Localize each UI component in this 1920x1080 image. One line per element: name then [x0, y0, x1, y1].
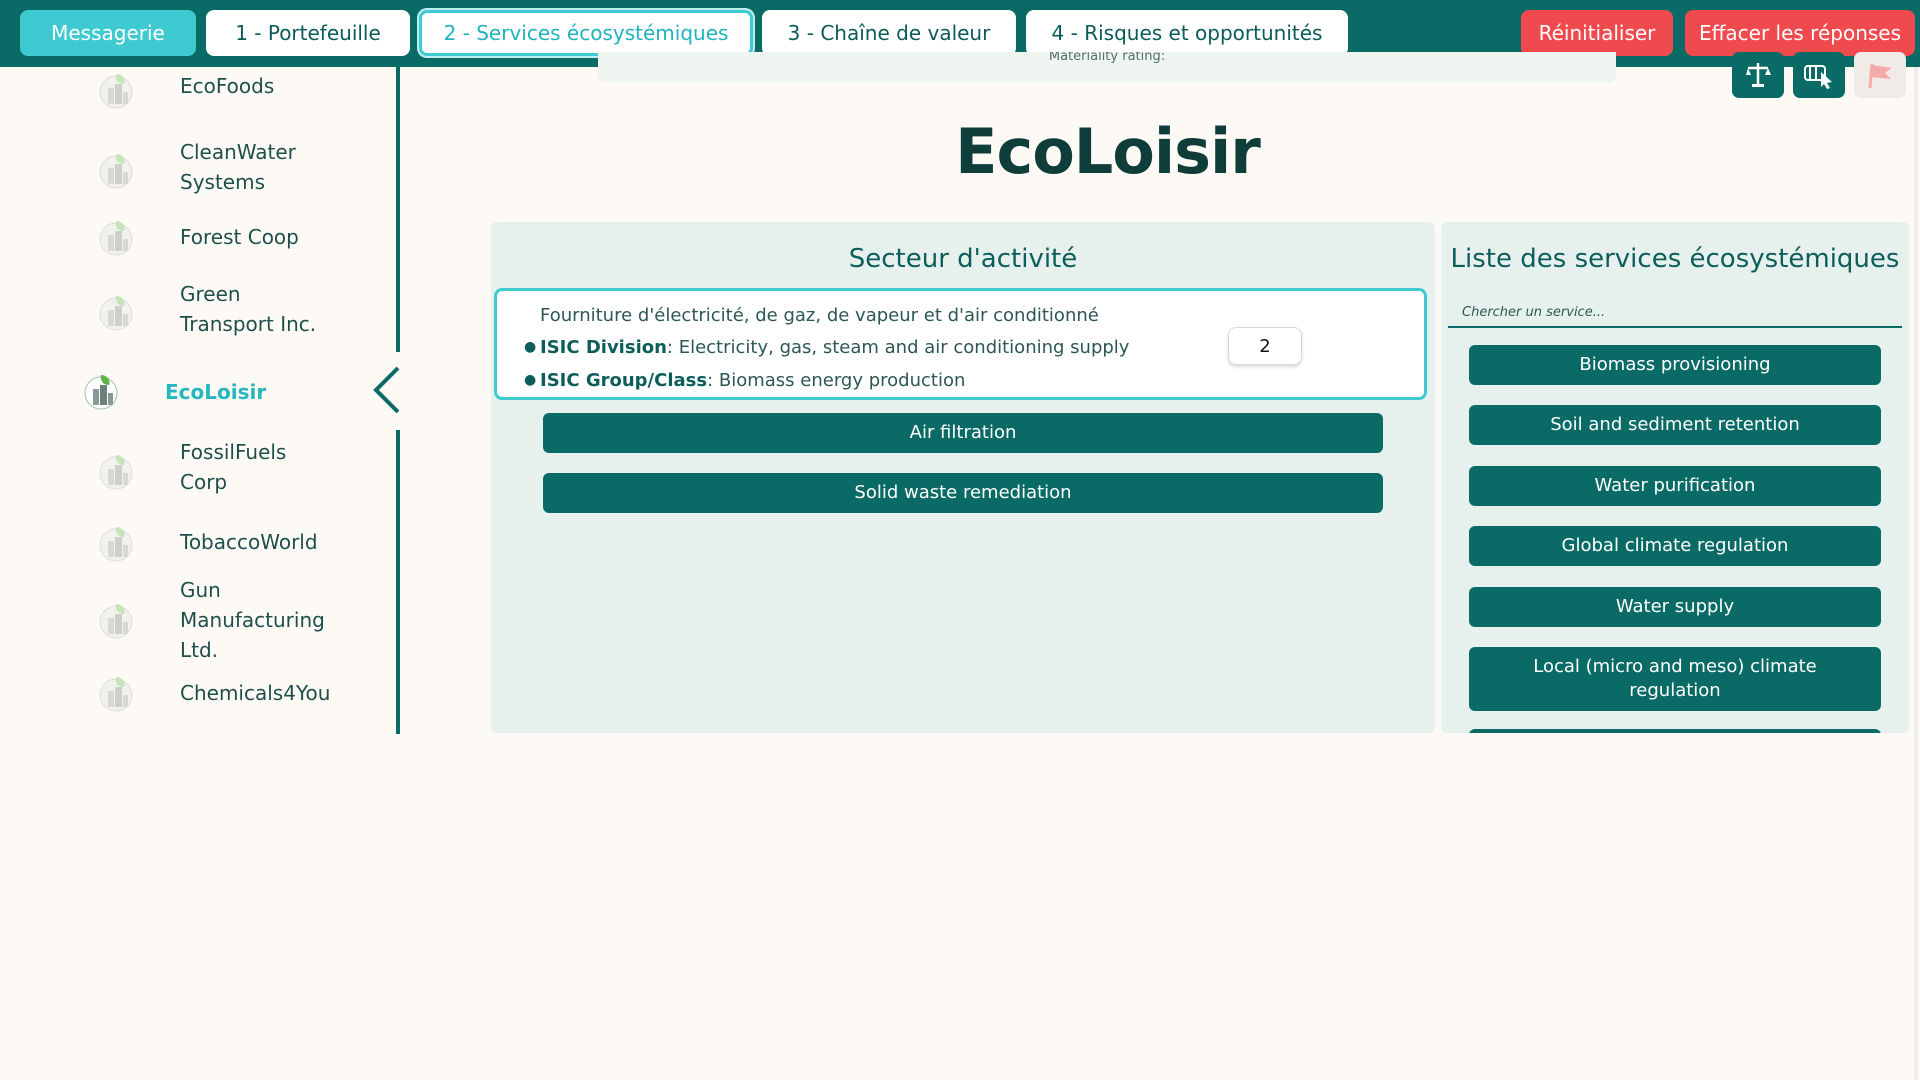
- service-search-input[interactable]: [1448, 298, 1902, 328]
- chevron-left-icon[interactable]: [372, 365, 404, 415]
- isic-division-label: ISIC Division: [540, 337, 667, 358]
- tab-risques-opportunites[interactable]: 4 - Risques et opportunités: [1026, 10, 1348, 56]
- sidebar-item-green-transport[interactable]: Green Transport Inc.: [0, 282, 390, 353]
- company-name: EcoFoods: [180, 74, 275, 98]
- service-next-item-partial[interactable]: [1469, 729, 1881, 733]
- company-name: Chemicals4You: [180, 681, 331, 705]
- company-logo-icon: [99, 677, 133, 712]
- company-logo-icon: [99, 74, 133, 109]
- materiality-banner: Materiality rating:: [598, 52, 1616, 82]
- isic-division-value: : Electricity, gas, steam and air condit…: [666, 337, 1130, 358]
- sidebar-divider-bottom: [396, 430, 400, 734]
- isic-group-label: ISIC Group/Class: [540, 370, 708, 391]
- tab-messagerie[interactable]: Messagerie: [20, 10, 196, 56]
- tab-services-ecosystemiques[interactable]: 2 - Services écosystémiques: [419, 10, 753, 56]
- sidebar-item-chemicals4you[interactable]: Chemicals4You: [0, 673, 390, 713]
- scales-button[interactable]: [1732, 52, 1784, 98]
- sidebar-item-forest-coop[interactable]: Forest Coop: [0, 217, 390, 257]
- company-logo-icon: [99, 154, 133, 189]
- materiality-rating-input[interactable]: [1228, 327, 1302, 365]
- company-name: TobaccoWorld: [180, 530, 318, 554]
- sector-card: Fourniture d'électricité, de gaz, de vap…: [494, 288, 1427, 400]
- company-name: EcoLoisir: [165, 380, 267, 404]
- service-water-supply[interactable]: Water supply: [1469, 587, 1881, 627]
- company-logo-icon: [99, 604, 133, 639]
- service-water-purification[interactable]: Water purification: [1469, 466, 1881, 506]
- company-name: CleanWater Systems: [180, 140, 296, 194]
- sector-description: Fourniture d'électricité, de gaz, de vap…: [540, 305, 1099, 326]
- isic-division: ISIC Division: Electricity, gas, steam a…: [540, 337, 1129, 358]
- company-logo-icon: [99, 527, 133, 562]
- service-biomass-provisioning[interactable]: Biomass provisioning: [1469, 345, 1881, 385]
- sidebar-item-gun-manufacturing[interactable]: Gun Manufacturing Ltd.: [0, 575, 390, 675]
- isic-group-value: : Biomass energy production: [707, 370, 966, 391]
- sidebar-item-ecofoods[interactable]: EcoFoods: [0, 67, 390, 109]
- sidebar-item-cleanwater-systems[interactable]: CleanWater Systems: [0, 133, 390, 203]
- bullet: ●: [524, 339, 537, 355]
- service-global-climate-regulation[interactable]: Global climate regulation: [1469, 526, 1881, 566]
- company-name: Green Transport Inc.: [180, 282, 317, 336]
- sidebar-divider-top: [396, 67, 400, 352]
- company-logo-icon: [84, 375, 118, 410]
- company-name: Gun Manufacturing Ltd.: [180, 578, 325, 662]
- clear-answers-button[interactable]: Effacer les réponses: [1685, 10, 1915, 56]
- sector-panel: Secteur d'activité Fourniture d'électric…: [491, 222, 1435, 733]
- hand-pointer-icon: [1804, 65, 1832, 89]
- company-title: EcoLoisir: [955, 115, 1261, 188]
- materiality-banner-text: Materiality rating:: [1048, 52, 1166, 64]
- sector-heading: Secteur d'activité: [848, 244, 1078, 274]
- sidebar-item-tobaccoworld[interactable]: TobaccoWorld: [0, 523, 390, 563]
- selected-service-solid-waste-remediation[interactable]: Solid waste remediation: [543, 473, 1383, 513]
- reset-button[interactable]: Réinitialiser: [1521, 10, 1673, 56]
- sidebar-item-fossilfuels-corp[interactable]: FossilFuels Corp: [0, 435, 390, 505]
- company-sidebar: EcoFoods CleanWater Systems Forest Coop …: [0, 67, 410, 737]
- tab-portefeuille[interactable]: 1 - Portefeuille: [206, 10, 410, 56]
- selected-service-air-filtration[interactable]: Air filtration: [543, 413, 1383, 453]
- page-scrollbar[interactable]: [1914, 67, 1918, 1080]
- company-name: Forest Coop: [180, 225, 299, 249]
- isic-group: ISIC Group/Class: Biomass energy product…: [540, 370, 965, 391]
- flag-button[interactable]: [1854, 52, 1906, 98]
- company-logo-icon: [99, 221, 133, 256]
- company-logo-icon: [99, 455, 133, 490]
- flag-icon: [1868, 63, 1892, 89]
- service-soil-sediment-retention[interactable]: Soil and sediment retention: [1469, 405, 1881, 445]
- scales-icon: [1746, 63, 1771, 87]
- services-list-panel: Liste des services écosystémiques Biomas…: [1441, 222, 1909, 733]
- company-logo-icon: [99, 296, 133, 331]
- sidebar-item-ecoloisir[interactable]: EcoLoisir: [0, 367, 390, 417]
- service-local-climate-regulation[interactable]: Local (micro and meso) climate regulatio…: [1469, 647, 1881, 711]
- tab-chaine-de-valeur[interactable]: 3 - Chaîne de valeur: [762, 10, 1016, 56]
- hand-pointer-button[interactable]: [1793, 52, 1845, 98]
- company-name: FossilFuels Corp: [180, 440, 287, 494]
- services-list-heading: Liste des services écosystémiques: [1450, 244, 1900, 274]
- bullet: ●: [524, 372, 537, 388]
